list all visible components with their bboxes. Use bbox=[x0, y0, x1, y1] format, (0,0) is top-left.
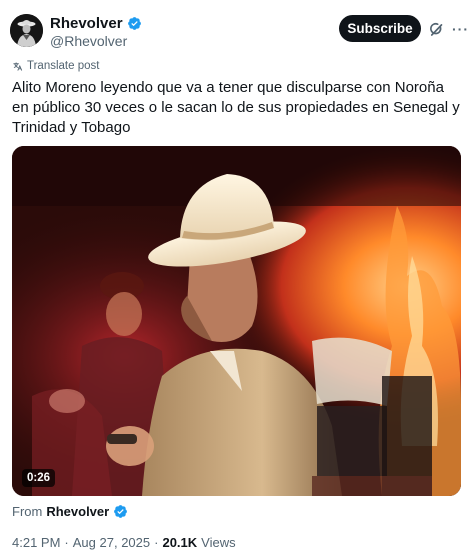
verified-badge-icon bbox=[127, 17, 141, 30]
video-thumbnail bbox=[12, 146, 461, 496]
author-display-name[interactable]: Rhevolver bbox=[50, 15, 123, 32]
from-author-link[interactable]: Rhevolver bbox=[46, 504, 109, 519]
video-duration: 0:26 bbox=[22, 469, 56, 487]
post-date[interactable]: Aug 27, 2025 bbox=[73, 535, 150, 550]
translate-post-label: Translate post bbox=[27, 60, 100, 72]
views-label: Views bbox=[201, 535, 236, 550]
verified-badge-icon bbox=[114, 505, 128, 518]
avatar[interactable] bbox=[10, 14, 43, 47]
translate-post-link[interactable]: Translate post bbox=[12, 60, 99, 72]
subscribe-button[interactable]: Subscribe bbox=[339, 15, 421, 42]
avatar-image bbox=[10, 14, 43, 47]
from-prefix: From bbox=[12, 504, 43, 519]
post-header: Rhevolver @Rhevolver Subscribe ··· bbox=[10, 12, 468, 52]
grok-icon[interactable] bbox=[428, 20, 446, 38]
post-time[interactable]: 4:21 PM bbox=[12, 535, 60, 550]
video-player[interactable]: 0:26 bbox=[12, 146, 461, 496]
author-handle[interactable]: @Rhevolver bbox=[50, 33, 127, 49]
from-attribution: From Rhevolver bbox=[12, 504, 128, 519]
meta-separator: · bbox=[154, 535, 159, 550]
views-count[interactable]: 20.1K bbox=[162, 535, 197, 550]
meta-separator: · bbox=[64, 535, 69, 550]
post-metadata: 4:21 PM · Aug 27, 2025 · 20.1K Views bbox=[12, 535, 236, 550]
more-icon[interactable]: ··· bbox=[452, 20, 468, 38]
translate-icon bbox=[13, 61, 23, 71]
author-name-row: Rhevolver bbox=[50, 15, 142, 32]
post-text: Alito Moreno leyendo que va a tener que … bbox=[12, 79, 460, 136]
